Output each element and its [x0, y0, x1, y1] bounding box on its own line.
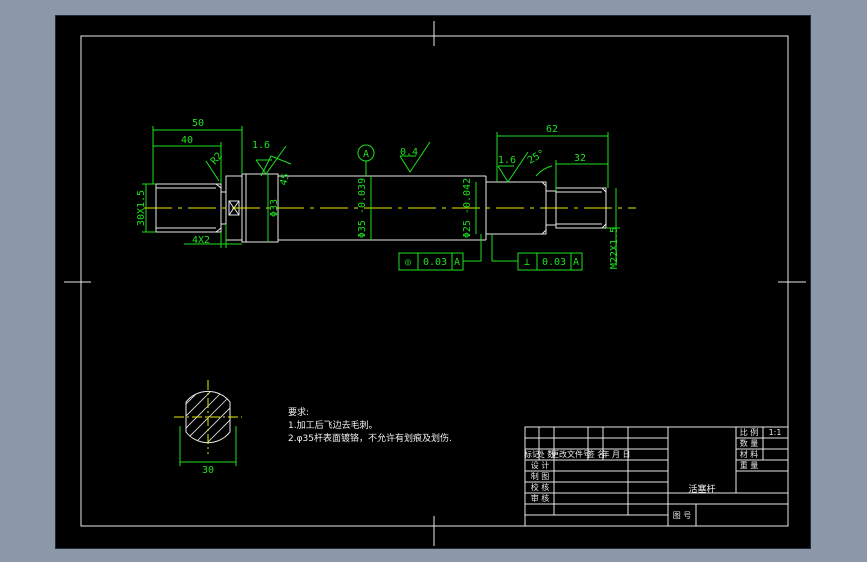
roughness-symbol-left: 1.6	[252, 140, 287, 175]
tb-drawing-no-label: 图 号	[673, 511, 692, 520]
svg-text:⊥: ⊥	[524, 257, 530, 268]
tolerance-frame-concentricity: ◎ 0.03 A	[398, 234, 482, 271]
tb-scale-label: 比 例	[740, 427, 759, 437]
svg-text:0.4: 0.4	[400, 147, 418, 158]
svg-text:A: A	[573, 257, 579, 268]
notes-line-2: 2.φ35杆表面镀铬，不允许有划痕及划伤.	[288, 432, 452, 444]
dim-r2: R2	[209, 151, 225, 167]
tb-row-design: 设 计	[531, 460, 550, 470]
tb-row-check: 校 核	[531, 482, 550, 492]
dim-40: 40	[181, 135, 193, 146]
dim-thread-right: M22X1.5	[609, 227, 620, 269]
notes-title: 要求:	[288, 406, 309, 418]
cross-section-view	[174, 380, 242, 466]
svg-text:0.03: 0.03	[542, 257, 566, 268]
dim-50: 50	[192, 118, 204, 129]
tb-qty-label: 数 量	[740, 438, 759, 448]
drawing-sheet: 50 40 62 32 30X1.5 M22X1.5 4X2 Φ33 Φ35 -…	[55, 15, 811, 549]
cad-drawing: 50 40 62 32 30X1.5 M22X1.5 4X2 Φ33 Φ35 -…	[64, 21, 806, 546]
svg-text:1.6: 1.6	[498, 155, 516, 166]
tb-header-change-doc: 更改文件号	[551, 449, 591, 459]
dim-chamfer: 4X2	[192, 235, 210, 246]
dim-section-width: 30	[202, 465, 214, 476]
tb-row-draw: 制 图	[531, 471, 550, 481]
dim-32: 32	[574, 153, 586, 164]
dim-angle-45: 45	[278, 172, 292, 186]
dimension-lines	[142, 126, 620, 266]
tb-part-name: 活塞杆	[688, 483, 715, 495]
tb-weight-label: 重 量	[740, 460, 759, 470]
dim-dia-33: Φ33	[269, 199, 280, 217]
dim-angle-25: 25°	[526, 148, 547, 167]
tb-row-approve: 审 核	[531, 493, 550, 503]
notes-line-1: 1.加工后飞边去毛刺。	[288, 419, 378, 431]
roughness-symbol-right: 1.6	[497, 151, 529, 183]
roughness-symbol-middle: 0.4	[399, 141, 431, 173]
dim-62: 62	[546, 124, 558, 135]
dim-thread-left: 30X1.5	[136, 190, 147, 226]
tb-scale-value: 1:1	[769, 428, 782, 437]
dim-dia-25: Φ25 -0.042	[462, 178, 473, 238]
inner-border	[80, 35, 789, 527]
tb-header-date: 年 月 日	[601, 449, 630, 459]
datum-a-marker: A	[357, 144, 375, 176]
svg-text:0.03: 0.03	[423, 257, 447, 268]
svg-text:◎: ◎	[405, 257, 411, 268]
svg-text:A: A	[363, 149, 369, 160]
dim-dia-35: Φ35 -0.039	[357, 178, 368, 238]
svg-text:1.6: 1.6	[252, 140, 270, 151]
svg-text:A: A	[454, 257, 460, 268]
tolerance-frame-perpendicularity: ⊥ 0.03 A	[491, 234, 583, 271]
tb-material-label: 材 料	[740, 449, 759, 459]
